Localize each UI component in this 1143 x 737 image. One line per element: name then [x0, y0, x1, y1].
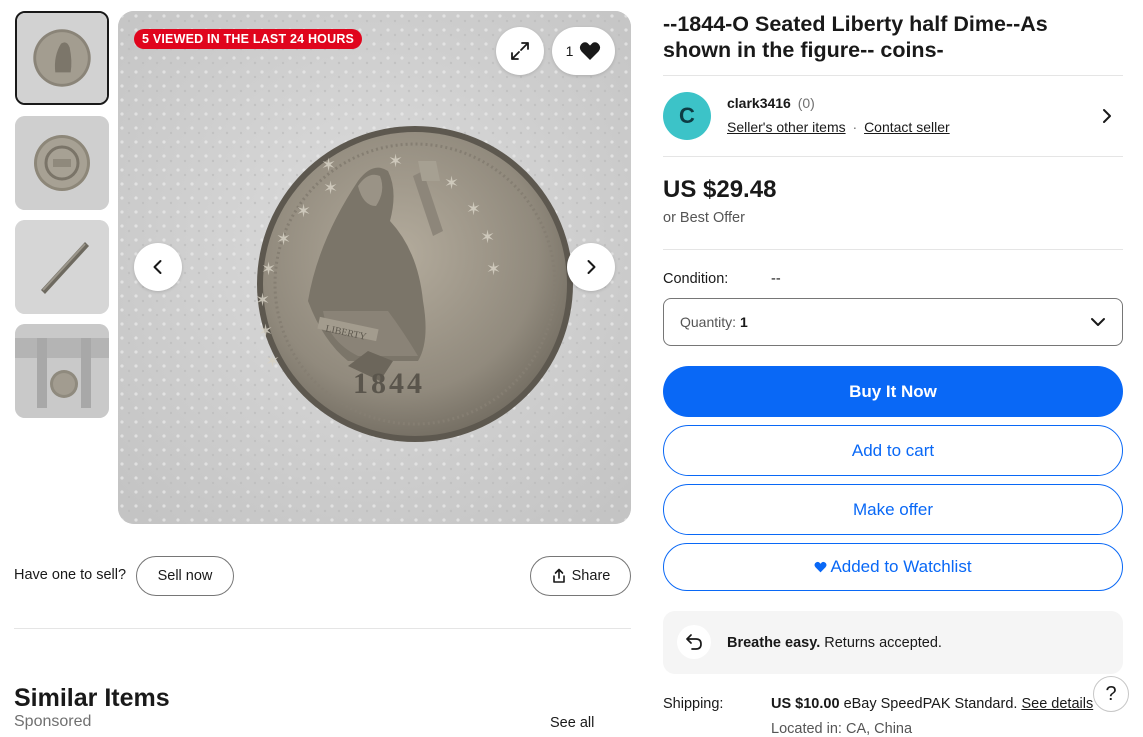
coin-reverse-thumb-image — [15, 116, 109, 210]
coin-date: 1844 — [353, 367, 425, 400]
title-divider — [663, 75, 1123, 76]
svg-text:✶: ✶ — [296, 201, 311, 221]
returns-text: Breathe easy. Returns accepted. — [727, 635, 942, 651]
main-product-image[interactable]: ✶ ✶ ✶ ✶ ✶ ✶ ✶ ✶ ✶ ✶ ✶ ✶ ✶ LIBERTY 1844 5… — [118, 11, 631, 524]
seller-other-items-link[interactable]: Seller's other items — [727, 119, 846, 135]
coin-caliper-thumb-image — [15, 324, 109, 418]
svg-text:✶: ✶ — [321, 155, 336, 175]
watch-button[interactable]: 1 — [552, 27, 615, 75]
condition-label: Condition: — [663, 271, 729, 287]
quantity-label: Quantity: — [680, 314, 737, 330]
price-divider — [663, 249, 1123, 250]
seller-info: clark3416 (0) — [727, 95, 815, 111]
shipping-service: eBay SpeedPAK Standard. — [843, 696, 1018, 712]
best-offer-note: or Best Offer — [663, 210, 745, 226]
buy-it-now-button[interactable]: Buy It Now — [663, 366, 1123, 417]
price: US $29.48 — [663, 176, 777, 203]
svg-text:✶: ✶ — [276, 229, 291, 249]
seller-name[interactable]: clark3416 — [727, 95, 791, 111]
return-arrow-icon — [686, 634, 702, 650]
returns-icon-wrap — [677, 625, 711, 659]
quantity-select[interactable]: Quantity: 1 — [663, 298, 1123, 346]
thumbnail-edge[interactable] — [15, 220, 109, 314]
seller-divider — [663, 156, 1123, 157]
coin-obverse-thumb-image — [17, 13, 107, 103]
chevron-left-icon — [153, 260, 162, 274]
watchlist-button[interactable]: Added to Watchlist — [663, 543, 1123, 591]
svg-text:✶: ✶ — [258, 321, 273, 341]
views-badge: 5 VIEWED IN THE LAST 24 HOURS — [134, 29, 363, 49]
seller-feedback: (0) — [797, 95, 815, 111]
seller-link-separator: · — [852, 119, 858, 135]
left-divider — [14, 628, 631, 629]
chevron-right-icon — [1103, 109, 1111, 123]
coin-edge-thumb-image — [15, 220, 109, 314]
expand-icon — [511, 42, 529, 60]
svg-text:✶: ✶ — [486, 259, 501, 279]
returns-bold: Breathe easy. — [727, 635, 821, 651]
thumbnail-obverse[interactable] — [15, 11, 109, 105]
svg-text:✶: ✶ — [265, 351, 280, 371]
expand-button[interactable] — [496, 27, 544, 75]
see-all-link[interactable]: See all — [550, 715, 594, 731]
chevron-right-icon — [587, 260, 596, 274]
sell-prompt: Have one to sell? — [14, 567, 127, 583]
share-button[interactable]: Share — [530, 556, 631, 596]
help-button[interactable]: ? — [1093, 676, 1129, 712]
similar-items-heading: Similar Items — [14, 684, 170, 712]
shipping-info: US $10.00 eBay SpeedPAK Standard. See de… — [771, 696, 1093, 712]
make-offer-button[interactable]: Make offer — [663, 484, 1123, 535]
watchlist-label: Added to Watchlist — [830, 557, 972, 576]
returns-note: Returns accepted. — [824, 635, 942, 651]
condition-value: -- — [771, 271, 781, 287]
heart-icon — [814, 561, 827, 573]
thumbnail-reverse[interactable] — [15, 116, 109, 210]
coin-obverse-image: ✶ ✶ ✶ ✶ ✶ ✶ ✶ ✶ ✶ ✶ ✶ ✶ ✶ LIBERTY 1844 — [118, 11, 631, 524]
next-image-button[interactable] — [567, 243, 615, 291]
returns-panel: Breathe easy. Returns accepted. — [663, 611, 1123, 674]
svg-text:✶: ✶ — [388, 151, 403, 171]
item-location: Located in: CA, China — [771, 721, 913, 737]
svg-text:✶: ✶ — [255, 290, 270, 310]
thumbnail-caliper[interactable] — [15, 324, 109, 418]
chevron-down-icon — [1091, 318, 1105, 326]
svg-text:✶: ✶ — [323, 178, 338, 198]
seller-avatar[interactable]: C — [663, 92, 711, 140]
svg-text:✶: ✶ — [444, 173, 459, 193]
seller-links: Seller's other items · Contact seller — [727, 119, 950, 135]
share-label: Share — [571, 568, 611, 584]
shipping-price: US $10.00 — [771, 696, 840, 712]
previous-image-button[interactable] — [134, 243, 182, 291]
svg-text:✶: ✶ — [466, 199, 481, 219]
shipping-details-link[interactable]: See details — [1021, 696, 1093, 712]
item-title: --1844-O Seated Liberty half Dime--As sh… — [663, 12, 1048, 62]
sell-now-button[interactable]: Sell now — [136, 556, 234, 596]
svg-text:✶: ✶ — [261, 259, 276, 279]
sponsored-label: Sponsored — [14, 713, 92, 730]
watch-count: 1 — [565, 43, 574, 59]
shipping-label: Shipping: — [663, 696, 724, 712]
quantity-value: 1 — [740, 314, 748, 330]
seller-details-button[interactable] — [1099, 107, 1117, 127]
svg-text:✶: ✶ — [480, 227, 495, 247]
share-icon — [552, 568, 565, 583]
add-to-cart-button[interactable]: Add to cart — [663, 425, 1123, 476]
heart-icon — [580, 42, 601, 60]
contact-seller-link[interactable]: Contact seller — [864, 119, 950, 135]
